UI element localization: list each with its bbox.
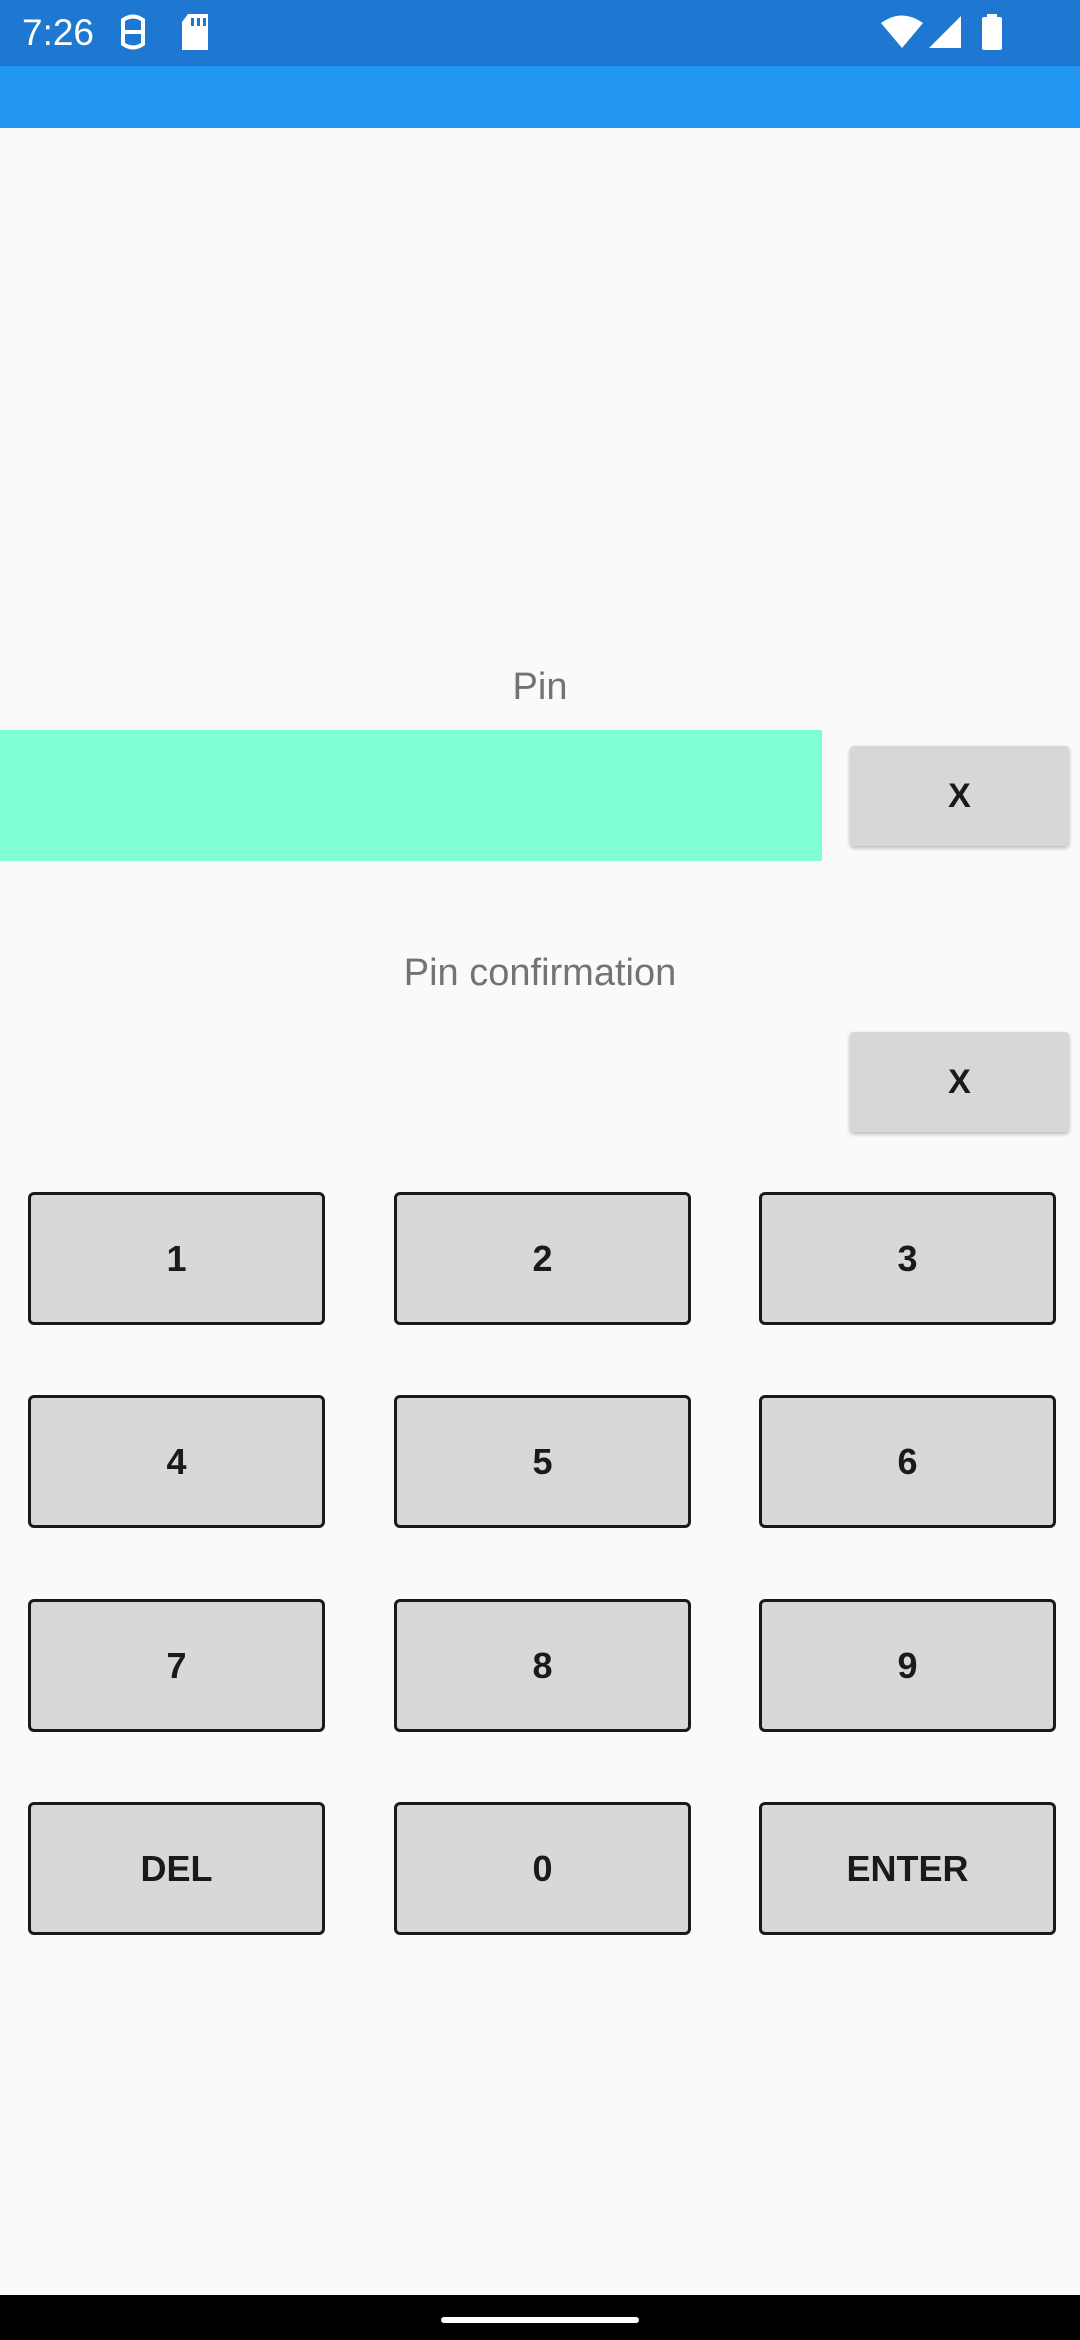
home-indicator[interactable] xyxy=(441,2317,639,2323)
app-bar xyxy=(0,66,1080,128)
enter-button[interactable]: ENTER xyxy=(759,1802,1056,1935)
wifi-icon xyxy=(881,15,923,48)
key-0[interactable]: 0 xyxy=(394,1802,691,1935)
key-3[interactable]: 3 xyxy=(759,1192,1056,1325)
pin-confirmation-field[interactable] xyxy=(0,1016,822,1147)
key-6[interactable]: 6 xyxy=(759,1395,1056,1528)
clear-pin-confirmation-button[interactable]: X xyxy=(850,1032,1069,1132)
pin-confirmation-label: Pin confirmation xyxy=(403,952,677,994)
status-time: 7:26 xyxy=(22,12,95,53)
delete-button[interactable]: DEL xyxy=(28,1802,325,1935)
key-2[interactable]: 2 xyxy=(394,1192,691,1325)
pin-field[interactable] xyxy=(0,730,822,861)
key-8[interactable]: 8 xyxy=(394,1599,691,1732)
battery-icon xyxy=(982,14,1002,50)
key-4[interactable]: 4 xyxy=(28,1395,325,1528)
clear-pin-button[interactable]: X xyxy=(850,746,1069,846)
key-7[interactable]: 7 xyxy=(28,1599,325,1732)
status-bar: 7:26 xyxy=(0,0,1080,66)
sd-card-icon xyxy=(182,14,208,50)
key-9[interactable]: 9 xyxy=(759,1599,1056,1732)
pin-label: Pin xyxy=(512,666,568,708)
cell-signal-icon xyxy=(929,16,961,48)
key-5[interactable]: 5 xyxy=(394,1395,691,1528)
face-unlock-icon xyxy=(121,14,145,50)
key-1[interactable]: 1 xyxy=(28,1192,325,1325)
